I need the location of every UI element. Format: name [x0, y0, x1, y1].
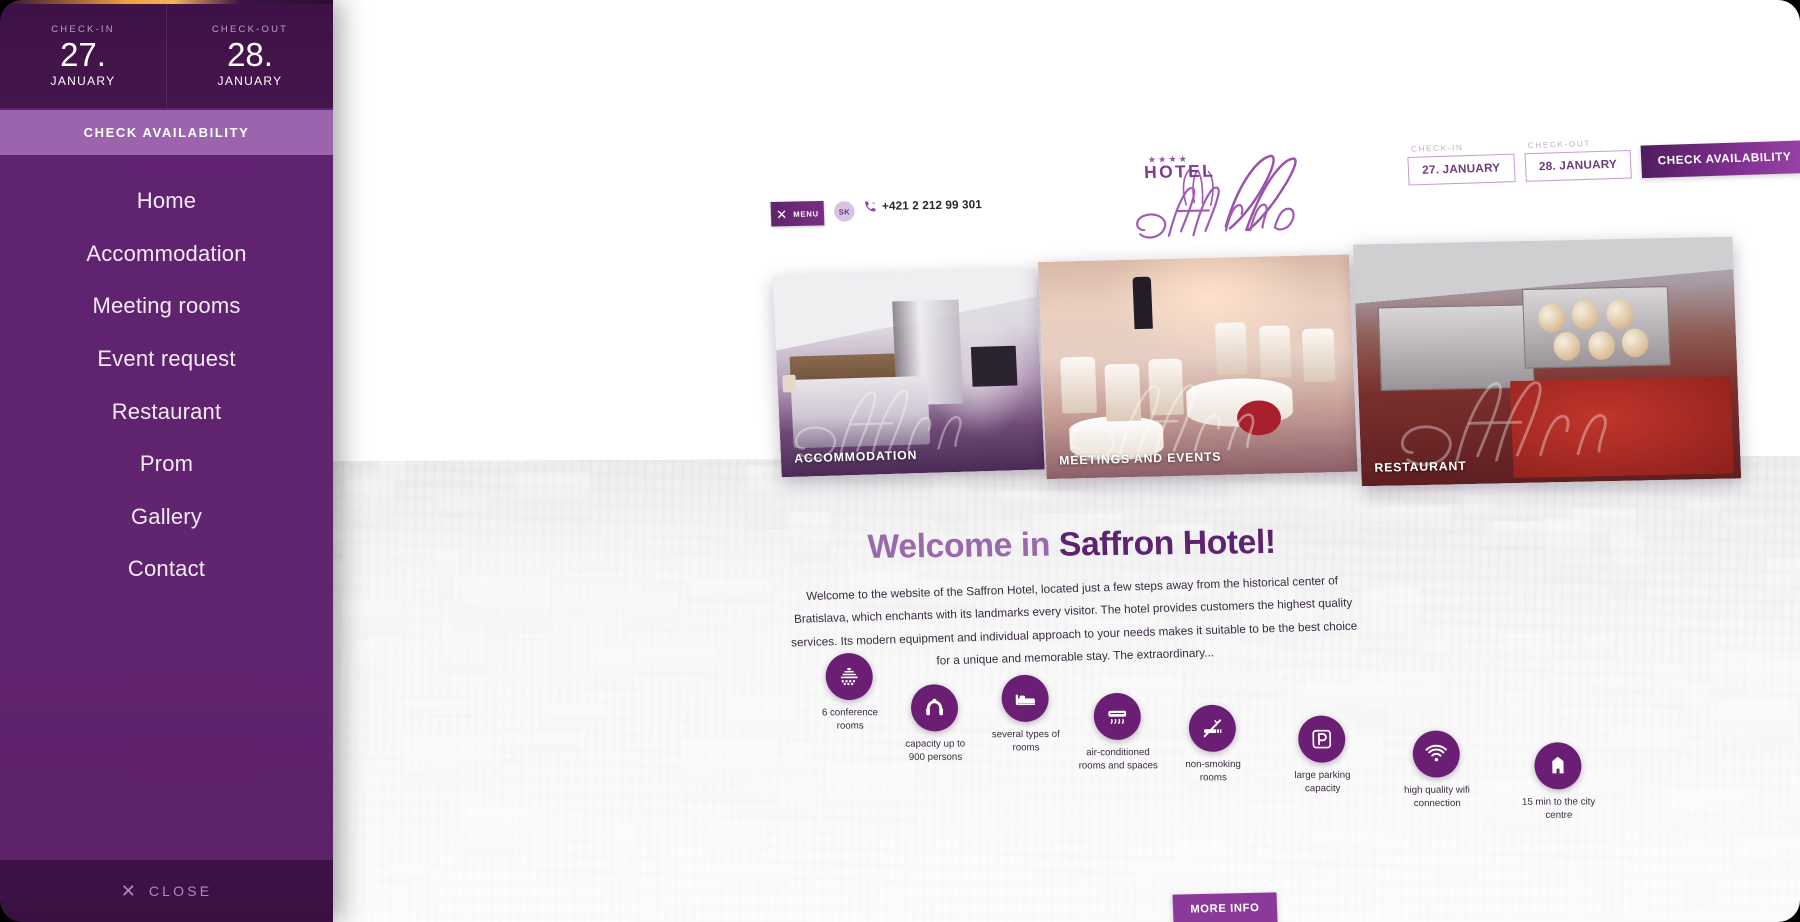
sidebar-item-prom[interactable]: Prom	[0, 438, 333, 491]
booking-checkout-field[interactable]: CHECK-OUT 28. JANUARY	[1524, 138, 1632, 182]
conference-icon	[825, 653, 874, 701]
check-availability-button[interactable]: CHECK AVAILABILITY	[1640, 140, 1800, 179]
card-caption: RESTAURANT	[1374, 458, 1467, 475]
sidebar-item-restaurant[interactable]: Restaurant	[0, 385, 333, 438]
sidebar-checkout-day: 28.	[227, 35, 273, 73]
language-switcher[interactable]: SK	[833, 201, 855, 222]
card-restaurant[interactable]: RESTAURANT	[1353, 236, 1742, 487]
menu-toggle-button[interactable]: ✕ MENU	[770, 200, 825, 227]
sidebar-item-home[interactable]: Home	[0, 175, 333, 228]
feature-label: high quality wifi connection	[1404, 784, 1470, 810]
sidebar-checkout-caption: CHECK-OUT	[211, 23, 289, 35]
sidebar-checkin-cell[interactable]: CHECK-IN 27. JANUARY	[0, 4, 166, 108]
features-row: 6 conference rooms capacity up to 900 per…	[790, 650, 1712, 837]
feature-wifi: high quality wifi connection	[1377, 730, 1497, 811]
people-capacity-icon	[910, 684, 959, 732]
booking-checkin-field[interactable]: CHECK-IN 27. JANUARY	[1407, 141, 1516, 186]
sidebar-item-meeting-rooms[interactable]: Meeting rooms	[0, 280, 333, 333]
screen: ✕ MENU SK +421 2 212 99 301 ★★★★ HOTEL C…	[0, 0, 1800, 922]
card-meetings-and-events[interactable]: MEETINGS AND EVENTS	[1037, 254, 1358, 480]
website-page: ✕ MENU SK +421 2 212 99 301 ★★★★ HOTEL C…	[333, 0, 1800, 922]
bed-icon	[1001, 674, 1050, 722]
booking-widget: CHECK-IN 27. JANUARY CHECK-OUT 28. JANUA…	[1407, 132, 1800, 186]
air-conditioning-icon	[1093, 692, 1142, 740]
sidebar-checkin-day: 27.	[60, 35, 106, 73]
city-centre-icon	[1534, 742, 1582, 790]
feature-no-smoking: non-smoking rooms	[1153, 704, 1273, 786]
sidebar-close-button[interactable]: ✕ CLOSE	[0, 860, 333, 922]
welcome-heading-part2: Saffron Hotel!	[1058, 522, 1277, 563]
booking-checkin-value[interactable]: 27. JANUARY	[1407, 153, 1516, 186]
website-viewport: ✕ MENU SK +421 2 212 99 301 ★★★★ HOTEL C…	[333, 0, 1800, 922]
booking-checkout-caption: CHECK-OUT	[1527, 138, 1592, 151]
language-label: SK	[838, 206, 851, 217]
sidebar-nav-list: Home Accommodation Meeting rooms Event requ…	[0, 175, 333, 596]
sidebar-item-event-request[interactable]: Event request	[0, 333, 333, 386]
booking-checkin-caption: CHECK-IN	[1410, 142, 1464, 154]
logo-hotel-word: HOTEL	[1143, 161, 1216, 183]
more-info-button[interactable]: MORE INFO	[1172, 892, 1278, 922]
card-accommodation[interactable]: ACCOMMODATION	[772, 268, 1045, 478]
feature-city-centre: 15 min to the city centre	[1498, 742, 1618, 823]
phone-link[interactable]: +421 2 212 99 301	[863, 198, 982, 213]
phone-icon	[865, 201, 876, 212]
sidebar-date-selector: CHECK-IN 27. JANUARY CHECK-OUT 28. JANUA…	[0, 4, 333, 108]
welcome-heading-part1: Welcome in	[867, 524, 1060, 566]
no-smoking-icon	[1188, 704, 1237, 752]
sidebar-check-availability-button[interactable]: CHECK AVAILABILITY	[0, 110, 333, 155]
feature-parking: large parking capacity	[1262, 715, 1382, 796]
feature-label: large parking capacity	[1294, 769, 1351, 795]
booking-checkout-value[interactable]: 28. JANUARY	[1524, 149, 1632, 182]
sidebar-item-contact[interactable]: Contact	[0, 543, 333, 596]
sidebar-checkout-month: JANUARY	[217, 74, 283, 89]
sidebar-checkin-month: JANUARY	[50, 74, 116, 89]
feature-label: 15 min to the city centre	[1521, 796, 1596, 821]
wifi-icon	[1412, 730, 1461, 778]
close-x-icon: ✕	[775, 206, 788, 222]
close-x-icon: ✕	[120, 881, 136, 901]
welcome-section: Welcome in Saffron Hotel! Welcome to the…	[333, 522, 1800, 672]
sidebar-item-accommodation[interactable]: Accommodation	[0, 228, 333, 281]
menu-toggle-label: MENU	[793, 208, 819, 219]
navigation-sidebar: CHECK-IN 27. JANUARY CHECK-OUT 28. JANUA…	[0, 0, 333, 922]
sidebar-checkin-caption: CHECK-IN	[51, 23, 115, 35]
sidebar-close-label: CLOSE	[148, 883, 213, 899]
sidebar-item-gallery[interactable]: Gallery	[0, 491, 333, 544]
site-logo[interactable]: ★★★★ HOTEL	[1121, 141, 1318, 247]
phone-number: +421 2 212 99 301	[881, 198, 983, 213]
feature-label: non-smoking rooms	[1185, 758, 1241, 784]
sidebar-checkout-cell[interactable]: CHECK-OUT 28. JANUARY	[166, 4, 333, 108]
parking-icon	[1297, 715, 1346, 763]
